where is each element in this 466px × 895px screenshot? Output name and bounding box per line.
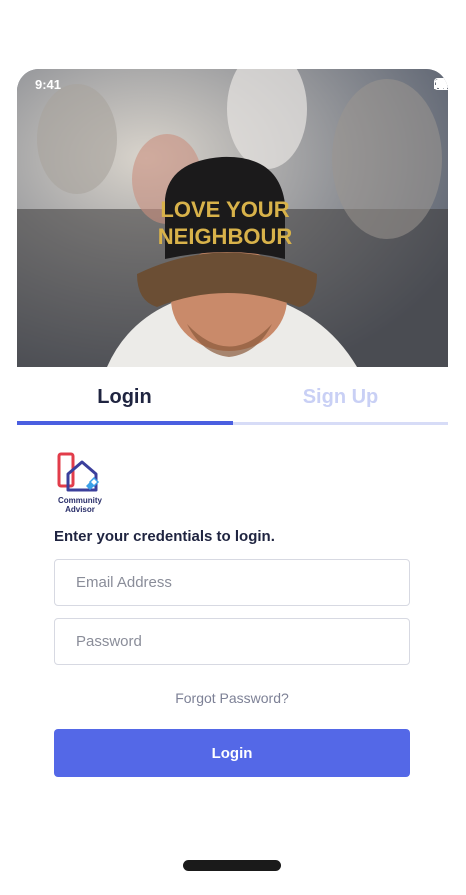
- auth-tabs: Login Sign Up: [17, 368, 448, 426]
- tab-active-indicator: [17, 421, 233, 425]
- house-logo-icon: [57, 452, 100, 492]
- brand-line1: Community: [58, 496, 102, 505]
- status-bar: 9:41: [17, 69, 448, 99]
- hero-photo-illustration: LOVE YOUR NEIGHBOUR: [17, 69, 448, 367]
- email-field[interactable]: [54, 559, 410, 606]
- login-heading: Enter your credentials to login.: [54, 528, 275, 545]
- community-advisor-logo: Community Advisor: [52, 452, 108, 514]
- login-button[interactable]: Login: [54, 729, 410, 777]
- home-indicator[interactable]: [183, 860, 281, 871]
- battery-icon: [434, 78, 448, 90]
- forgot-password-link[interactable]: Forgot Password?: [54, 690, 410, 706]
- status-time: 9:41: [35, 77, 62, 92]
- password-field[interactable]: [54, 618, 410, 665]
- brand-line2: Advisor: [65, 505, 95, 514]
- tab-sign-up[interactable]: Sign Up: [233, 368, 448, 426]
- tab-login[interactable]: Login: [17, 368, 232, 426]
- hero-image: LOVE YOUR NEIGHBOUR 9:41: [17, 69, 448, 367]
- cap-text-line2: NEIGHBOUR: [158, 224, 293, 249]
- cap-text-line1: LOVE YOUR: [160, 197, 289, 222]
